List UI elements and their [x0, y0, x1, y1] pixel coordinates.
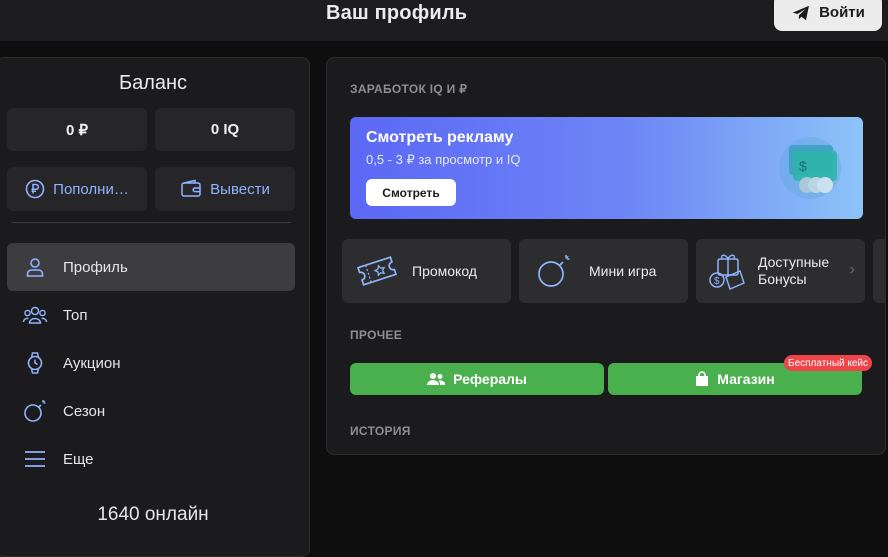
online-count: 1640 онлайн — [97, 504, 209, 525]
nav-label-season: Сезон — [63, 402, 106, 420]
money-icon: $ — [779, 137, 841, 199]
ad-subtitle: 0,5 - 3 ₽ за просмотр и IQ — [366, 152, 521, 167]
partial-tile[interactable] — [873, 239, 886, 303]
menu-icon — [25, 451, 45, 467]
shopping-bag-icon — [696, 371, 709, 386]
balance-title: Баланс — [118, 72, 188, 94]
referrals-button[interactable]: Рефералы — [350, 363, 604, 395]
promo-code-label: Промокод — [412, 263, 477, 279]
main-panel: ЗАРАБОТОК IQ И ₽ Смотреть рекламу 0,5 - … — [326, 57, 886, 455]
login-button[interactable]: Войти — [774, 0, 882, 31]
wallet-icon — [181, 179, 201, 197]
nav-item-season[interactable]: Сезон — [7, 387, 295, 435]
deposit-label: Пополни… — [53, 180, 129, 198]
free-case-badge: Бесплатный кейс — [784, 355, 873, 371]
nav-item-profile[interactable]: Профиль — [7, 243, 295, 291]
svg-text:$: $ — [799, 158, 807, 174]
top-bar: Ваш профиль Войти — [0, 0, 888, 41]
mini-game-label: Мини игра — [589, 263, 657, 279]
telegram-icon — [792, 5, 810, 20]
withdraw-button[interactable]: Вывести — [155, 167, 295, 211]
deposit-button[interactable]: Пополни… — [7, 167, 147, 211]
sidebar: Баланс 0 ₽ 0 IQ Пополни… Вывести Профиль… — [0, 57, 310, 557]
users-icon — [427, 373, 446, 385]
page-title: Ваш профиль — [326, 2, 468, 24]
bonuses-label: Доступные Бонусы — [758, 254, 830, 287]
nav-label-auction: Аукцион — [63, 354, 121, 372]
partial-tile-icon — [885, 251, 886, 289]
bonus-icon: $ — [709, 254, 745, 290]
balance-iq: 0 IQ — [155, 108, 295, 151]
bomb-icon — [24, 400, 46, 422]
referrals-label: Рефералы — [453, 371, 527, 387]
watch-ad-button[interactable]: Смотреть — [366, 179, 456, 206]
users-icon — [22, 306, 48, 324]
balance-rub: 0 ₽ — [7, 108, 147, 151]
user-icon — [26, 258, 44, 277]
divider — [11, 222, 291, 223]
ad-banner[interactable]: Смотреть рекламу 0,5 - 3 ₽ за просмотр и… — [350, 117, 863, 219]
chevron-right-icon: › — [849, 261, 855, 278]
ticket-icon — [356, 256, 398, 286]
nav-item-top[interactable]: Топ — [7, 291, 295, 339]
ad-title: Смотреть рекламу — [366, 129, 514, 146]
nav-label-profile: Профиль — [63, 258, 128, 276]
earn-heading: ЗАРАБОТОК IQ И ₽ — [350, 82, 468, 96]
promo-code-tile[interactable]: Промокод — [342, 239, 511, 303]
bomb-icon — [538, 255, 570, 287]
login-label: Войти — [819, 4, 865, 21]
shop-label: Магазин — [717, 371, 775, 387]
ruble-icon — [25, 179, 45, 199]
svg-text:$: $ — [714, 276, 720, 287]
nav-item-auction[interactable]: Аукцион — [7, 339, 295, 387]
history-heading: ИСТОРИЯ — [350, 424, 411, 438]
watch-icon — [27, 352, 43, 374]
mini-game-tile[interactable]: Мини игра — [519, 239, 688, 303]
nav-label-more: Еще — [63, 450, 94, 468]
withdraw-label: Вывести — [210, 180, 270, 198]
bonuses-tile[interactable]: $ Доступные Бонусы › — [696, 239, 865, 303]
nav-item-more[interactable]: Еще — [7, 435, 295, 483]
other-heading: ПРОЧЕЕ — [350, 328, 403, 342]
nav-label-top: Топ — [63, 306, 88, 324]
